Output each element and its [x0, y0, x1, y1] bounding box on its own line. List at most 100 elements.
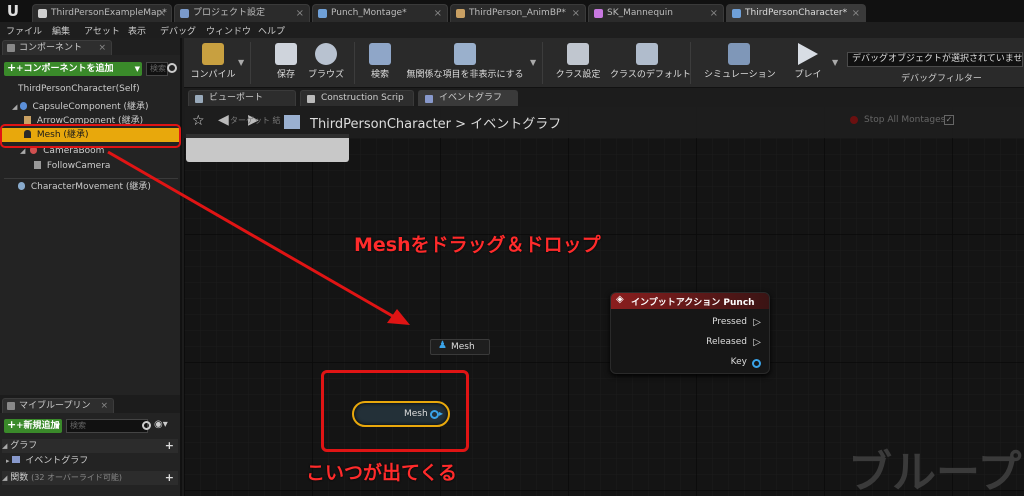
montage-exec-icon	[850, 116, 858, 124]
doc-tab-animbp[interactable]: ThirdPerson_AnimBP* ×	[450, 4, 586, 22]
doc-tab-label: ThirdPerson_AnimBP*	[469, 8, 566, 18]
class-defaults-label: クラスのデフォルト	[610, 70, 691, 80]
tree-item-followcamera[interactable]: FollowCamera	[2, 159, 180, 173]
blueprint-search-input[interactable]: 検索	[66, 419, 148, 433]
doc-tab-label: ThirdPersonCharacter*	[745, 8, 848, 18]
document-tab-bar: U ThirdPersonExampleMap* × プロジェクト設定 × Pu…	[0, 0, 1024, 22]
simulation-button[interactable]: シミュレーション	[704, 40, 776, 86]
tree-item-charmovement[interactable]: CharacterMovement (継承)	[2, 180, 180, 194]
close-icon[interactable]: ×	[296, 5, 304, 22]
save-button[interactable]: 保存	[268, 40, 304, 86]
menu-asset[interactable]: アセット	[84, 24, 120, 37]
gear-icon	[567, 43, 589, 65]
graph-icon	[12, 456, 21, 463]
checkbox-icon[interactable]: ✓	[944, 115, 954, 125]
exec-pin-icon[interactable]: ▷	[753, 317, 761, 328]
menu-debug[interactable]: デバッグ	[160, 24, 196, 37]
add-function-icon[interactable]: +	[165, 471, 174, 485]
find-button[interactable]: 検索	[362, 40, 398, 86]
close-icon[interactable]: ×	[434, 5, 442, 22]
find-icon	[369, 43, 391, 65]
hide-unrelated-icon	[454, 43, 476, 65]
menu-view[interactable]: 表示	[128, 24, 146, 37]
debug-object-select[interactable]: デバッグオブジェクトが選択されていません	[847, 52, 1023, 67]
event-graph-canvas[interactable]: ☆ ◀ ▶ ターゲット 結 ThirdPersonCharacter > イベン…	[184, 106, 1024, 496]
expand-arrow-icon[interactable]: ◢	[20, 147, 25, 155]
tree-divider	[4, 178, 178, 179]
add-graph-icon[interactable]: +	[165, 439, 174, 453]
tab-viewport[interactable]: ビューポート	[188, 90, 296, 106]
chevron-down-icon[interactable]: ▼	[530, 58, 536, 67]
chevron-down-icon: ▼	[54, 422, 60, 430]
doc-tab-map[interactable]: ThirdPersonExampleMap* ×	[32, 4, 172, 22]
mesh-node-highlight-box	[321, 370, 469, 452]
component-search-input[interactable]: 検索	[146, 62, 168, 76]
input-action-node[interactable]: ◈ インプットアクション Punch Pressed ▷ Released ▷ …	[610, 292, 770, 374]
section-functions[interactable]: ◢ 関数 (32 オーバーライド可能) +	[2, 471, 178, 485]
hide-unrelated-button[interactable]: 無関係な項目を非表示にする	[400, 40, 530, 86]
chevron-down-icon: ▼	[134, 65, 140, 73]
close-icon[interactable]: ×	[158, 5, 166, 22]
close-icon[interactable]: ×	[100, 399, 108, 413]
chevron-down-icon[interactable]: ▼	[832, 58, 838, 67]
search-icon[interactable]	[142, 421, 151, 430]
compile-button[interactable]: コンパイル	[190, 40, 236, 86]
add-new-button[interactable]: + +新規追加 ▼	[4, 418, 62, 433]
graph-breadcrumb-bar: ☆ ◀ ▶ ターゲット 結 ThirdPersonCharacter > イベン…	[184, 106, 1024, 138]
struct-pin-icon[interactable]	[752, 359, 761, 368]
close-icon[interactable]: ×	[98, 41, 106, 55]
menu-help[interactable]: ヘルプ	[258, 24, 285, 37]
plus-icon: +	[7, 418, 17, 431]
menu-edit[interactable]: 編集	[52, 24, 70, 37]
add-component-button[interactable]: + +コンポーネントを追加 ▼	[4, 61, 142, 76]
pin-released-label: Released	[706, 337, 747, 347]
doc-tab-label: SK_Mannequin	[607, 8, 673, 18]
pin-pressed-label: Pressed	[712, 317, 747, 327]
menu-file[interactable]: ファイル	[6, 24, 42, 37]
star-icon[interactable]: ☆	[192, 113, 205, 129]
menu-window[interactable]: ウィンドウ	[206, 24, 251, 37]
breadcrumb-separator: >	[455, 117, 467, 132]
class-settings-button[interactable]: クラス設定	[554, 40, 602, 86]
ghost-text: ターゲット 結	[230, 116, 281, 125]
doc-tab-character[interactable]: ThirdPersonCharacter* ×	[726, 4, 866, 22]
my-blueprint-tab[interactable]: マイブループリント ×	[2, 398, 114, 425]
breadcrumb-current[interactable]: イベントグラフ	[470, 117, 561, 132]
doc-tab-skeleton[interactable]: SK_Mannequin ×	[588, 4, 724, 22]
browse-label: ブラウズ	[307, 70, 344, 80]
browse-button[interactable]: ブラウズ	[306, 40, 346, 86]
components-panel-tab[interactable]: コンポーネント ×	[2, 40, 112, 55]
add-new-label: +新規追加	[16, 421, 60, 431]
search-icon[interactable]	[167, 63, 177, 73]
components-panel-title: コンポーネント	[19, 43, 83, 53]
doc-tab-label: ThirdPersonExampleMap*	[51, 8, 167, 18]
skeleton-icon	[594, 9, 603, 18]
close-icon[interactable]: ×	[572, 5, 580, 22]
tab-label: Construction Scrip	[321, 93, 404, 103]
event-graph-item[interactable]: ▸ イベントグラフ	[6, 454, 176, 468]
chevron-down-icon[interactable]: ▼	[238, 58, 244, 67]
close-icon[interactable]: ×	[852, 5, 860, 22]
class-defaults-button[interactable]: クラスのデフォルト	[610, 40, 691, 86]
exec-pin-icon[interactable]: ▷	[753, 337, 761, 348]
section-graph[interactable]: ◢ グラフ +	[2, 439, 178, 453]
play-icon	[798, 43, 818, 65]
doc-tab-montage[interactable]: Punch_Montage* ×	[312, 4, 448, 22]
close-icon[interactable]: ×	[710, 5, 718, 22]
simulation-icon	[728, 43, 750, 65]
tab-construction-script[interactable]: Construction Scrip	[300, 90, 414, 106]
class-defaults-icon	[636, 43, 658, 65]
capsule-icon	[19, 102, 27, 110]
eye-icon[interactable]: ◉▾	[154, 419, 176, 433]
input-node-header: ◈ インプットアクション Punch	[611, 293, 769, 309]
back-arrow-icon[interactable]: ◀	[218, 112, 229, 128]
tree-item-capsule[interactable]: ◢ CapsuleComponent (継承)	[2, 100, 180, 114]
graph-icon	[425, 95, 433, 103]
breadcrumb-root[interactable]: ThirdPersonCharacter	[310, 117, 451, 132]
tab-event-graph[interactable]: イベントグラフ	[418, 90, 518, 106]
tree-item-self[interactable]: ThirdPersonCharacter(Self)	[2, 82, 180, 96]
expand-arrow-icon[interactable]: ◢	[12, 103, 20, 111]
toolbar-divider	[542, 42, 543, 84]
doc-tab-project-settings[interactable]: プロジェクト設定 ×	[174, 4, 310, 22]
play-button[interactable]: プレイ	[786, 40, 830, 86]
